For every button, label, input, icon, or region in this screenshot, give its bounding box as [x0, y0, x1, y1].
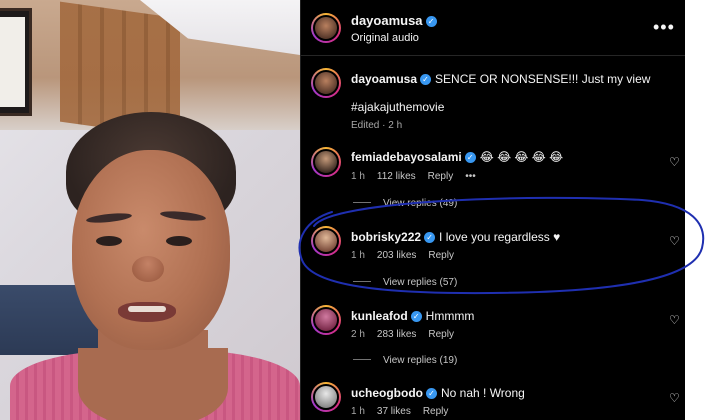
post-header: dayoamusa ✓ Original audio ••• — [301, 0, 686, 56]
comment-text: Hmmmm — [425, 309, 475, 323]
caption-text: SENCE OR NONSENSE!!! Just my view — [435, 72, 651, 86]
verified-badge-icon: ✓ — [410, 311, 422, 322]
view-replies-label[interactable]: View replies (57) — [383, 277, 457, 288]
comment-username[interactable]: femiadebayosalami — [351, 150, 462, 164]
comment-more-icon[interactable]: ••• — [465, 171, 476, 182]
comment-avatar-bobrisky222[interactable] — [311, 226, 341, 256]
caption-meta: Edited · 2 h — [351, 120, 403, 131]
replies-divider — [353, 281, 371, 282]
comment-avatar-femiadebayosalami[interactable] — [311, 147, 341, 177]
comment-row: kunleafod ✓ Hmmmm — [351, 309, 474, 323]
comment-meta: 1 h 112 likes Reply ••• — [351, 171, 488, 182]
caption-avatar[interactable] — [311, 68, 341, 98]
comment-likes[interactable]: 37 likes — [377, 406, 411, 417]
audio-label[interactable]: Original audio — [351, 32, 419, 44]
comment-avatar-kunleafod[interactable] — [311, 305, 341, 335]
comment-row: bobrisky222 ✓ I love you regardless ♥ — [351, 230, 560, 244]
verified-badge-icon: ✓ — [424, 232, 436, 243]
verified-badge-icon: ✓ — [425, 16, 437, 27]
avatar-photo — [313, 307, 339, 333]
header-username-text[interactable]: dayoamusa — [351, 13, 423, 28]
avatar-photo — [313, 228, 339, 254]
caption-row: dayoamusa ✓ SENCE OR NONSENSE!!! Just my v… — [351, 72, 650, 86]
view-replies-label[interactable]: View replies (19) — [383, 355, 457, 366]
reply-button[interactable]: Reply — [428, 171, 454, 182]
comment-time: 2 h — [351, 329, 365, 340]
reply-button[interactable]: Reply — [428, 250, 454, 261]
heart-outline-icon[interactable]: ♡ — [669, 392, 681, 404]
header-username[interactable]: dayoamusa ✓ — [351, 13, 437, 28]
reply-button[interactable]: Reply — [428, 329, 454, 340]
comment-likes[interactable]: 203 likes — [377, 250, 416, 261]
comment-time: 1 h — [351, 406, 365, 417]
comment-likes[interactable]: 112 likes — [377, 171, 416, 182]
comment-meta: 2 h 283 likes Reply — [351, 329, 466, 340]
comments-panel: dayoamusa ✓ Original audio ••• dayoamusa ✓… — [300, 0, 686, 420]
video-frame[interactable] — [0, 0, 300, 420]
verified-badge-icon: ✓ — [464, 152, 476, 163]
comment-meta: 1 h 203 likes Reply — [351, 250, 466, 261]
nose — [132, 256, 164, 282]
right-eye — [166, 236, 192, 246]
comment-text: No nah ! Wrong — [441, 386, 525, 400]
comment-time: 1 h — [351, 171, 365, 182]
verified-badge-icon: ✓ — [426, 388, 437, 399]
heart-outline-icon[interactable]: ♡ — [669, 235, 681, 247]
avatar-photo — [313, 384, 339, 410]
view-replies-button[interactable]: View replies (49) — [353, 198, 457, 209]
comment-username[interactable]: kunleafod — [351, 309, 408, 323]
more-options-icon[interactable]: ••• — [653, 18, 675, 36]
comment-text: I love you regardless ♥ — [439, 230, 561, 244]
caption-username[interactable]: dayoamusa — [351, 72, 417, 86]
view-replies-label[interactable]: View replies (49) — [383, 198, 457, 209]
left-eye — [96, 236, 122, 246]
comment-username[interactable]: ucheogbodo — [351, 386, 423, 400]
heart-outline-icon[interactable]: ♡ — [669, 156, 681, 168]
page-background-strip — [685, 0, 709, 420]
header-avatar[interactable] — [311, 13, 341, 43]
avatar-photo — [313, 15, 339, 41]
comment-meta: 1 h 37 likes Reply — [351, 406, 460, 417]
replies-divider — [353, 359, 371, 360]
comment-likes[interactable]: 283 likes — [377, 329, 416, 340]
comment-username[interactable]: bobrisky222 — [351, 230, 421, 244]
avatar-photo — [313, 149, 339, 175]
avatar-photo — [313, 70, 339, 96]
comment-row: ucheogbodo ✓ No nah ! Wrong — [351, 386, 525, 400]
comment-avatar-ucheogbodo[interactable] — [311, 382, 341, 412]
heart-outline-icon[interactable]: ♡ — [669, 314, 681, 326]
reply-button[interactable]: Reply — [423, 406, 449, 417]
speaker-person — [0, 0, 300, 420]
view-replies-button[interactable]: View replies (19) — [353, 355, 457, 366]
caption-hashtag[interactable]: #ajakajuthemovie — [351, 100, 444, 114]
comment-text: 😂 😂 😂 😂 😂 — [479, 150, 564, 164]
verified-badge-icon: ✓ — [420, 74, 432, 85]
replies-divider — [353, 202, 371, 203]
view-replies-button[interactable]: View replies (57) — [353, 277, 457, 288]
mouth — [118, 302, 176, 322]
comment-row: femiadebayosalami ✓ 😂 😂 😂 😂 😂 — [351, 150, 563, 164]
comment-time: 1 h — [351, 250, 365, 261]
